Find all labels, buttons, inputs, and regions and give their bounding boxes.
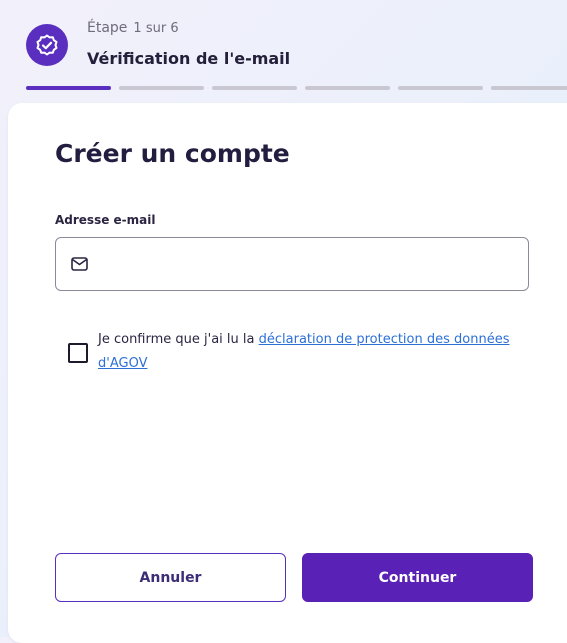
check-badge-icon xyxy=(26,24,68,66)
consent-text: Je confirme que j'ai lu la déclaration d… xyxy=(98,328,528,376)
progress-segment xyxy=(212,86,297,90)
step-label: Étape xyxy=(87,20,128,36)
email-field[interactable] xyxy=(55,237,529,291)
step-header: Étape 1 sur 6 Vérification de l'e-mail xyxy=(0,0,567,92)
email-input[interactable] xyxy=(100,246,514,284)
progress-segment xyxy=(491,86,567,90)
step-title: Vérification de l'e-mail xyxy=(87,49,291,68)
email-label: Adresse e-mail xyxy=(55,213,156,227)
step-counter: Étape 1 sur 6 xyxy=(87,20,179,36)
page-title: Créer un compte xyxy=(55,139,290,168)
progress-segment xyxy=(119,86,204,90)
progress-segment xyxy=(26,86,111,90)
consent-text-prefix: Je confirme que j'ai lu la xyxy=(98,332,259,347)
step-progress xyxy=(26,86,567,90)
signup-card: Créer un compte Adresse e-mail Je confir… xyxy=(8,103,567,643)
progress-segment xyxy=(305,86,390,90)
progress-segment xyxy=(398,86,483,90)
continue-button[interactable]: Continuer xyxy=(302,553,533,602)
cancel-button[interactable]: Annuler xyxy=(55,553,286,602)
consent-checkbox[interactable] xyxy=(68,343,88,363)
step-count: 1 sur 6 xyxy=(133,21,179,36)
mail-icon xyxy=(71,257,88,271)
